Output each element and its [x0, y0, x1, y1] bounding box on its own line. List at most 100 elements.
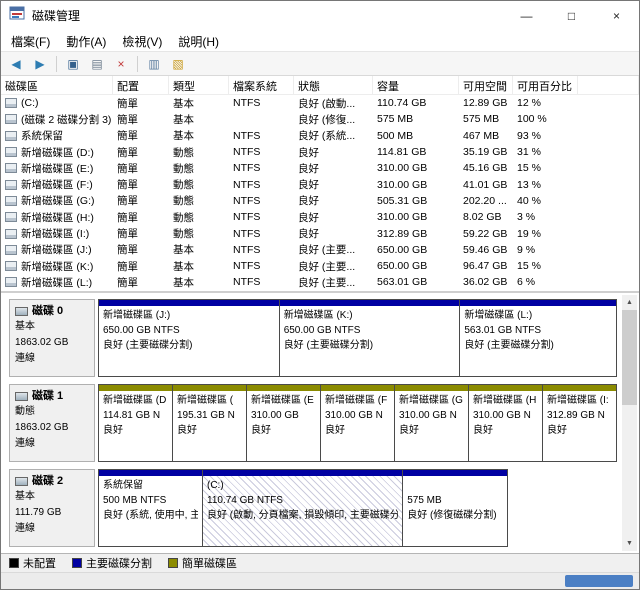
- partition-status: 良好: [325, 423, 390, 438]
- partition[interactable]: 575 MB良好 (修復磁碟分割): [402, 469, 508, 547]
- volume-row[interactable]: 新增磁碟區 (E:)簡單動態NTFS良好310.00 GB45.16 GB15 …: [1, 160, 639, 176]
- cell-pct: 31 %: [513, 146, 578, 158]
- scrollbar-track[interactable]: [622, 405, 637, 536]
- column-header[interactable]: 容量: [373, 76, 459, 95]
- partition-label: 新增磁碟區 (J:)650.00 GB NTFS良好 (主要磁碟分割): [99, 306, 279, 376]
- column-header[interactable]: 磁碟區: [1, 76, 113, 95]
- cell-free: 575 MB: [459, 113, 513, 125]
- scrollbar-thumb[interactable]: [622, 310, 637, 405]
- disk-info[interactable]: 磁碟 2基本111.79 GB連線: [9, 469, 95, 547]
- cell-fs: NTFS: [229, 146, 294, 158]
- cell-free: 59.22 GB: [459, 228, 513, 240]
- menu-item[interactable]: 檔案(F): [3, 30, 58, 51]
- cell-volume: 新增磁碟區 (J:): [1, 242, 113, 257]
- column-header[interactable]: 可用空間: [459, 76, 513, 95]
- cell-layout: 簡單: [113, 242, 169, 257]
- partition[interactable]: 新增磁碟區 (H310.00 GB N良好: [468, 384, 543, 462]
- cell-fs: NTFS: [229, 244, 294, 256]
- column-header[interactable]: 可用百分比: [513, 76, 578, 95]
- cell-pct: 19 %: [513, 228, 578, 240]
- volume-row[interactable]: 系統保留簡單基本NTFS良好 (系統...500 MB467 MB93 %: [1, 128, 639, 144]
- cell-capacity: 575 MB: [373, 113, 459, 125]
- partition-status: 良好: [177, 423, 242, 438]
- partition[interactable]: 新增磁碟區 (E310.00 GB良好: [246, 384, 321, 462]
- minimize-button[interactable]: —: [504, 1, 549, 30]
- properties-icon[interactable]: ▥: [143, 54, 165, 74]
- close-button[interactable]: ×: [594, 1, 639, 30]
- cell-status: 良好: [294, 210, 373, 225]
- volume-row[interactable]: (C:)簡單基本NTFS良好 (啟動...110.74 GB12.89 GB12…: [1, 95, 639, 111]
- disk-kind: 基本: [15, 319, 89, 335]
- disk-info[interactable]: 磁碟 0基本1863.02 GB連線: [9, 299, 95, 377]
- volume-row[interactable]: 新增磁碟區 (L:)簡單基本NTFS良好 (主要...563.01 GB36.0…: [1, 274, 639, 290]
- volume-row[interactable]: 新增磁碟區 (I:)簡單動態NTFS良好312.89 GB59.22 GB19 …: [1, 225, 639, 241]
- cell-pct: 9 %: [513, 244, 578, 256]
- cell-volume: 新增磁碟區 (E:): [1, 161, 113, 176]
- disk-row: 磁碟 0基本1863.02 GB連線新增磁碟區 (J:)650.00 GB NT…: [9, 299, 617, 377]
- partition[interactable]: (C:)110.74 GB NTFS良好 (啟動, 分頁檔案, 損毀傾印, 主要…: [202, 469, 403, 547]
- partition[interactable]: 新增磁碟區 (I:312.89 GB N良好: [542, 384, 617, 462]
- help-icon[interactable]: ▧: [167, 54, 189, 74]
- volume-icon: [5, 131, 17, 141]
- volume-row[interactable]: 新增磁碟區 (K:)簡單基本NTFS良好 (主要...650.00 GB96.4…: [1, 258, 639, 274]
- menu-item[interactable]: 說明(H): [170, 30, 227, 51]
- disk-info[interactable]: 磁碟 1動態1863.02 GB連線: [9, 384, 95, 462]
- disk-icon: [15, 307, 28, 316]
- menu-item[interactable]: 檢視(V): [114, 30, 170, 51]
- legend-item: 未配置: [9, 555, 56, 571]
- cell-type: 基本: [169, 275, 229, 290]
- volume-icon: [5, 245, 17, 255]
- graphical-view: 磁碟 0基本1863.02 GB連線新增磁碟區 (J:)650.00 GB NT…: [1, 291, 639, 553]
- partition[interactable]: 新增磁碟區 (G310.00 GB N良好: [394, 384, 469, 462]
- volume-icon: [5, 180, 17, 190]
- menu-item[interactable]: 動作(A): [58, 30, 114, 51]
- volume-row[interactable]: 新增磁碟區 (J:)簡單基本NTFS良好 (主要...650.00 GB59.4…: [1, 242, 639, 258]
- volume-icon: [5, 114, 17, 124]
- volume-row[interactable]: 新增磁碟區 (D:)簡單動態NTFS良好114.81 GB35.19 GB31 …: [1, 144, 639, 160]
- cell-volume: (C:): [1, 97, 113, 109]
- column-header[interactable]: 檔案系統: [229, 76, 294, 95]
- volume-row[interactable]: 新增磁碟區 (G:)簡單動態NTFS良好505.31 GB202.20 ...4…: [1, 193, 639, 209]
- cell-type: 動態: [169, 177, 229, 192]
- partition[interactable]: 新增磁碟區 (F310.00 GB N良好: [320, 384, 395, 462]
- back-icon[interactable]: ◀: [5, 54, 27, 74]
- delete-icon[interactable]: ×: [110, 54, 132, 74]
- disk-list: 磁碟 0基本1863.02 GB連線新增磁碟區 (J:)650.00 GB NT…: [9, 299, 617, 547]
- partition[interactable]: 新增磁碟區 (D114.81 GB N良好: [98, 384, 173, 462]
- column-header[interactable]: 配置: [113, 76, 169, 95]
- vertical-scrollbar[interactable]: ▲ ▼: [622, 295, 637, 551]
- partition-size: 563.01 GB NTFS: [464, 323, 612, 338]
- cell-fs: NTFS: [229, 130, 294, 142]
- scroll-down-button[interactable]: ▼: [622, 536, 637, 551]
- cell-layout: 簡單: [113, 96, 169, 111]
- volume-row[interactable]: 新增磁碟區 (F:)簡單動態NTFS良好310.00 GB41.01 GB13 …: [1, 176, 639, 192]
- volume-row[interactable]: 新增磁碟區 (H:)簡單動態NTFS良好310.00 GB8.02 GB3 %: [1, 209, 639, 225]
- volume-name: 新增磁碟區 (I:): [21, 226, 89, 241]
- partition-size: 650.00 GB NTFS: [284, 323, 456, 338]
- toolbar: ◀▶ ▣▤× ▥▧: [1, 51, 639, 76]
- volume-icon: [5, 277, 17, 287]
- partition-label: 新增磁碟區 (F310.00 GB N良好: [321, 391, 394, 461]
- partition-status: 良好: [473, 423, 538, 438]
- partition[interactable]: 新增磁碟區 (195.31 GB N良好: [172, 384, 247, 462]
- maximize-button[interactable]: □: [549, 1, 594, 30]
- column-header[interactable]: 狀態: [294, 76, 373, 95]
- volume-row[interactable]: (磁碟 2 磁碟分割 3)簡單基本良好 (修復...575 MB575 MB10…: [1, 111, 639, 127]
- cell-type: 動態: [169, 145, 229, 160]
- scroll-up-button[interactable]: ▲: [622, 295, 637, 310]
- partition[interactable]: 新增磁碟區 (L:)563.01 GB NTFS良好 (主要磁碟分割): [459, 299, 617, 377]
- cell-free: 45.16 GB: [459, 162, 513, 174]
- disk-state: 連線: [15, 436, 89, 452]
- partition[interactable]: 系統保留500 MB NTFS良好 (系統, 使用中, 主...: [98, 469, 203, 547]
- cell-volume: 新增磁碟區 (D:): [1, 145, 113, 160]
- partition[interactable]: 新增磁碟區 (K:)650.00 GB NTFS良好 (主要磁碟分割): [279, 299, 461, 377]
- partition-strip: 新增磁碟區 (J:)650.00 GB NTFS良好 (主要磁碟分割)新增磁碟區…: [98, 299, 617, 377]
- partition-status: 良好 (主要磁碟分割): [464, 338, 612, 353]
- cell-capacity: 312.89 GB: [373, 228, 459, 240]
- forward-icon[interactable]: ▶: [29, 54, 51, 74]
- clipboard-icon[interactable]: ▤: [86, 54, 108, 74]
- partition-label: 新增磁碟區 (H310.00 GB N良好: [469, 391, 542, 461]
- partition[interactable]: 新增磁碟區 (J:)650.00 GB NTFS良好 (主要磁碟分割): [98, 299, 280, 377]
- column-header[interactable]: 類型: [169, 76, 229, 95]
- console-window-icon[interactable]: ▣: [62, 54, 84, 74]
